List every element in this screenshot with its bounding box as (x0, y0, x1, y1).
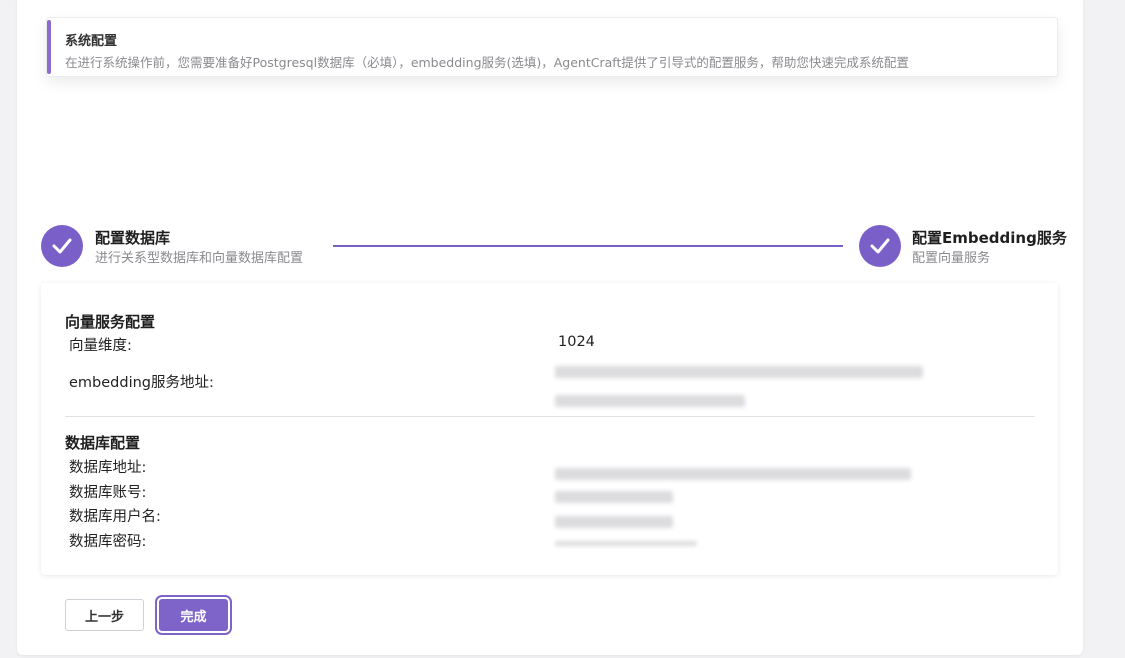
vector-dimension-value: 1024 (558, 334, 595, 350)
embedding-url-label: embedding服务地址: (69, 375, 214, 391)
db-password-label: 数据库密码: (69, 534, 147, 550)
embedding-url-value-redacted (555, 366, 923, 378)
step-2-check-icon (859, 225, 901, 267)
db-password-value-redacted (555, 541, 697, 546)
config-summary-panel: 向量服务配置 向量维度: 1024 embedding服务地址: 数据库配置 数… (41, 283, 1058, 575)
db-section-title: 数据库配置 (65, 434, 141, 452)
step-1-subtitle: 进行关系型数据库和向量数据库配置 (95, 251, 304, 266)
system-config-alert: 系统配置 在进行系统操作前，您需要准备好Postgresql数据库（必填），em… (46, 17, 1058, 77)
db-address-value-redacted (555, 468, 911, 480)
step-1-title: 配置数据库 (95, 229, 171, 247)
db-address-label: 数据库地址: (69, 460, 147, 476)
finish-button[interactable]: 完成 (155, 595, 232, 635)
embedding-url-value-redacted-line2 (555, 395, 745, 407)
vector-section-title: 向量服务配置 (65, 313, 156, 331)
vector-dimension-label: 向量维度: (69, 338, 132, 354)
step-2-subtitle: 配置向量服务 (912, 251, 991, 266)
db-account-label: 数据库账号: (69, 485, 147, 501)
db-username-value-redacted (555, 516, 673, 528)
alert-title: 系统配置 (65, 34, 118, 49)
section-divider (65, 416, 1035, 417)
alert-accent-bar (47, 20, 51, 74)
step-1-check-icon (41, 225, 83, 267)
prev-step-button[interactable]: 上一步 (65, 599, 144, 631)
alert-description: 在进行系统操作前，您需要准备好Postgresql数据库（必填），embeddi… (65, 55, 909, 70)
db-username-label: 数据库用户名: (69, 509, 161, 525)
step-2-title: 配置Embedding服务 (912, 229, 1067, 247)
step-connector (333, 245, 843, 247)
db-account-value-redacted (555, 491, 673, 503)
